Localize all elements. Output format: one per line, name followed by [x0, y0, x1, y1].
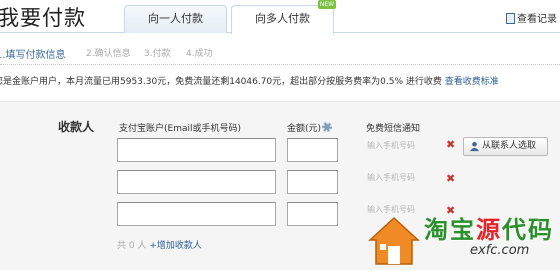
col-amount-label: 金额(元) — [287, 124, 322, 134]
contact-button-label: 从联系人选取 — [482, 141, 537, 151]
step-3: 3.付款 — [144, 49, 171, 59]
select-from-contacts-button[interactable]: 从联系人选取 — [463, 137, 548, 156]
sms-phone-input[interactable]: 输入手机号码 — [367, 172, 415, 183]
payee-label: 收款人 — [58, 120, 95, 134]
step-1: 1.填写付款信息 — [0, 50, 66, 61]
watermark-url: exfc.com — [470, 243, 530, 258]
col-account-header: 支付宝账户(Email或手机号码) — [119, 124, 241, 134]
account-input[interactable] — [117, 138, 276, 162]
page-title: 我要付款 — [0, 6, 86, 30]
watermark-green-1: 淘宝 — [424, 216, 476, 244]
view-records-label: 查看记录 — [517, 14, 557, 25]
delete-row-icon[interactable]: ✖ — [446, 172, 455, 185]
gear-icon[interactable] — [322, 122, 333, 132]
tab-pay-one[interactable]: 向一人付款 — [124, 5, 227, 33]
contacts-icon — [469, 141, 480, 152]
amount-input[interactable] — [287, 170, 338, 194]
add-payee-link[interactable]: +增加收款人 — [149, 241, 202, 251]
step-4: 4.成功 — [186, 49, 213, 59]
payee-count: 共 0 人 — [117, 241, 147, 251]
watermark-text: 淘宝源代码 — [424, 210, 554, 245]
house-logo-icon — [368, 216, 420, 265]
sms-phone-input[interactable]: 输入手机号码 — [367, 140, 415, 151]
fee-notice: 您是金账户用户，本月流量已用5953.30元，免费流量还剩14046.70元，超… — [0, 74, 499, 87]
delete-row-icon[interactable]: ✖ — [446, 138, 455, 151]
fee-standard-link[interactable]: 查看收费标准 — [445, 77, 499, 87]
fee-notice-text: 您是金账户用户，本月流量已用5953.30元，免费流量还剩14046.70元，超… — [0, 77, 442, 87]
amount-input[interactable] — [287, 202, 338, 226]
col-amount-header: 金额(元) — [287, 121, 333, 134]
account-input[interactable] — [117, 170, 276, 194]
watermark-green-2: 代码 — [502, 216, 554, 244]
amount-input[interactable] — [287, 138, 338, 162]
col-sms-header: 免费短信通知 — [366, 124, 421, 134]
new-badge: NEW — [318, 0, 336, 9]
step-2: 2.确认信息 — [86, 49, 131, 59]
watermark-red: 源 — [476, 216, 502, 244]
account-input[interactable] — [117, 202, 276, 226]
payee-count-row: 共 0 人 +增加收款人 — [117, 238, 202, 251]
tab-pay-many[interactable]: 向多人付款 — [231, 5, 334, 34]
document-icon — [506, 13, 515, 24]
view-records-link[interactable]: 查看记录 — [506, 10, 557, 25]
dotted-divider — [0, 64, 560, 65]
